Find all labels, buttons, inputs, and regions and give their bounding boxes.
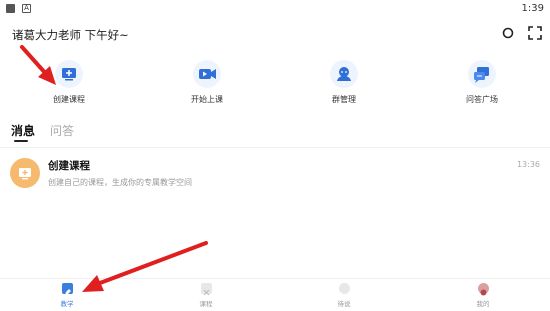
quick-action-label: 开始上课 (191, 95, 223, 104)
message-tabs: 消息 问答 (0, 118, 550, 144)
quick-action-label: 群管理 (332, 95, 356, 104)
nav-label: 课程 (199, 300, 213, 308)
nav-pending[interactable]: 待说 (314, 283, 374, 308)
quick-action-label: 问答广场 (466, 95, 498, 104)
tab-qa[interactable]: 问答 (50, 122, 74, 139)
nav-label: 我的 (476, 300, 490, 308)
message-subtitle: 创建自己的课程，生成你的专属教学空间 (48, 178, 192, 187)
avatar (477, 283, 489, 296)
app-a-icon: A (22, 4, 31, 13)
circle-icon[interactable] (500, 25, 516, 41)
list-item[interactable]: 创建课程 创建自己的课程，生成你的专属教学空间 13:36 (0, 150, 550, 196)
nav-courses[interactable]: 课程 (176, 283, 236, 308)
fullscreen-icon[interactable] (527, 25, 543, 41)
nav-label: 待说 (337, 300, 351, 308)
course-icon (200, 283, 212, 296)
quick-action-group-management[interactable]: 群管理 (299, 60, 389, 105)
nav-mine[interactable]: 我的 (453, 283, 513, 308)
active-tab-indicator (14, 140, 28, 142)
status-bar: A 1:39 (0, 0, 550, 18)
create-course-avatar-icon (10, 158, 40, 188)
quick-action-qa-square[interactable]: 问答广场 (437, 60, 527, 105)
quick-action-start-class[interactable]: 开始上课 (162, 60, 252, 105)
edit-icon (61, 283, 73, 295)
quick-action-label: 创建课程 (53, 95, 85, 104)
divider (0, 147, 550, 148)
chat-icon (468, 60, 496, 88)
tab-messages[interactable]: 消息 (11, 122, 35, 139)
video-play-icon (193, 60, 221, 88)
greeting-text: 诸葛大力老师 下午好~ (12, 28, 129, 42)
nav-teaching[interactable]: 教学 (37, 283, 97, 308)
notification-icon (6, 4, 15, 13)
quick-action-create-course[interactable]: 创建课程 (24, 60, 114, 105)
message-title: 创建课程 (48, 160, 90, 172)
nav-label: 教学 (60, 300, 74, 308)
screen-plus-icon (55, 60, 83, 88)
message-time: 13:36 (516, 160, 540, 169)
group-icon (330, 60, 358, 88)
chat-bubble-icon (338, 283, 350, 294)
bottom-nav: 教学 课程 待说 我的 (0, 278, 550, 311)
status-time: 1:39 (521, 3, 544, 14)
